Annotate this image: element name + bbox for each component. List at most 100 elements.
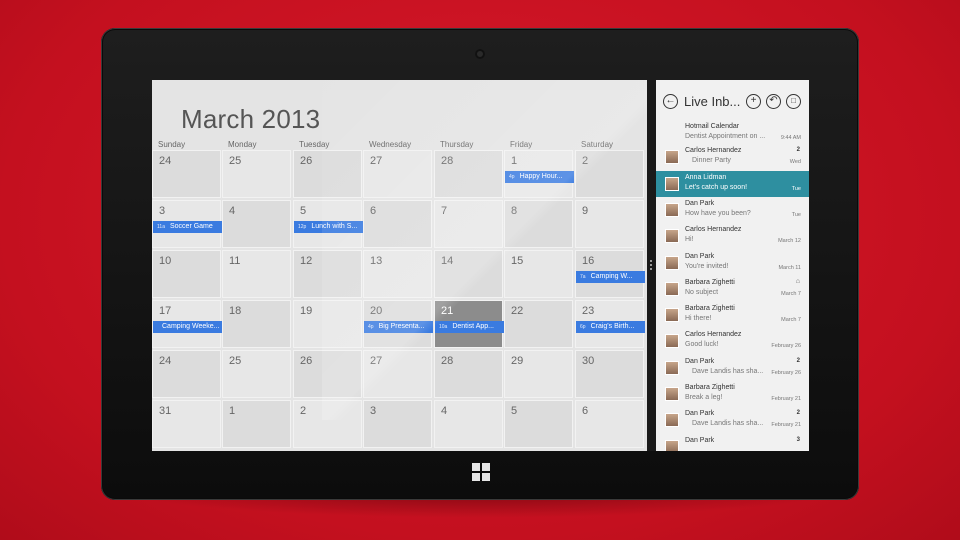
- day-of-week-label: Tuesday: [299, 140, 330, 149]
- calendar-day-cell[interactable]: 11: [222, 250, 291, 298]
- calendar-day-cell[interactable]: 2: [293, 400, 362, 448]
- calendar-event[interactable]: 4p Big Presenta...: [364, 321, 433, 333]
- calendar-day-cell[interactable]: 5 12p Lunch with S...: [293, 200, 363, 248]
- message-date: February 21: [771, 396, 801, 402]
- mail-message-item[interactable]: Dan Park 3: [656, 434, 809, 451]
- mail-message-item[interactable]: Dan Park How have you been? Tue: [656, 197, 809, 223]
- calendar-day-cell[interactable]: 28: [434, 350, 503, 398]
- calendar-day-cell[interactable]: 26: [293, 350, 362, 398]
- calendar-day-cell[interactable]: 5: [504, 400, 573, 448]
- calendar-event[interactable]: Camping Weeke...: [153, 321, 222, 333]
- mail-message-item[interactable]: Carlos Hernandez Good luck! February 26: [656, 328, 809, 354]
- calendar-day-cell[interactable]: 1 4p Happy Hour...: [504, 150, 574, 198]
- mail-message-item[interactable]: Anna Lidman Let's catch up soon! Tue: [656, 170, 809, 197]
- calendar-day-cell[interactable]: 22: [504, 300, 573, 348]
- calendar-day-cell[interactable]: 12: [293, 250, 362, 298]
- calendar-day-cell[interactable]: 4: [434, 400, 503, 448]
- calendar-day-cell[interactable]: 27: [363, 150, 432, 198]
- plus-icon[interactable]: +: [746, 94, 761, 109]
- event-title: Happy Hour...: [519, 173, 563, 180]
- calendar-event[interactable]: 7a Camping W...: [576, 271, 645, 283]
- message-sender: Dan Park: [685, 252, 715, 260]
- message-subject: Hi there!: [685, 315, 712, 323]
- calendar-day-cell[interactable]: 1: [222, 400, 291, 448]
- message-subject: No subject: [685, 288, 719, 296]
- windows-logo-icon[interactable]: [472, 463, 490, 481]
- trash-icon[interactable]: □: [786, 94, 801, 109]
- calendar-event[interactable]: 12p Lunch with S...: [294, 221, 363, 233]
- event-time: 11a: [157, 224, 165, 230]
- calendar-day-cell[interactable]: 6: [363, 200, 432, 248]
- day-number: 3: [370, 405, 377, 417]
- calendar-day-cell[interactable]: 24: [152, 150, 221, 198]
- mail-message-item[interactable]: Barbara Zighetti Hi there! March 7: [656, 302, 809, 328]
- mail-message-item[interactable]: Hotmail Calendar Dentist Appointment on .…: [656, 120, 809, 146]
- back-arrow-icon[interactable]: ←: [663, 94, 678, 109]
- message-date: Wed: [789, 159, 801, 166]
- mail-message-item[interactable]: Dan Park Dave Landis has sha... February 2…: [656, 407, 809, 433]
- calendar-day-cell[interactable]: 27: [363, 350, 432, 398]
- message-sender: Dan Park: [685, 436, 715, 444]
- message-sender: Dan Park: [685, 357, 715, 365]
- calendar-day-cell[interactable]: 31: [152, 400, 221, 448]
- calendar-day-cell[interactable]: 13: [363, 250, 432, 298]
- message-subject: Dave Landis has sha...: [692, 420, 764, 428]
- calendar-day-cell[interactable]: 8: [504, 200, 573, 248]
- mail-message-item[interactable]: Dan Park Dave Landis has sha... February 2…: [656, 355, 809, 381]
- calendar-app: March 2013 Sunday Monday Tuesday Wednesday T…: [152, 80, 647, 451]
- day-of-week-label: Thursday: [440, 140, 474, 149]
- message-subject: You're invited!: [685, 262, 729, 270]
- calendar-day-cell[interactable]: 3 11a Soccer Game: [152, 200, 222, 248]
- calendar-day-cell[interactable]: 21 10a Dentist App...: [434, 300, 504, 348]
- calendar-month-title: March 2013: [181, 104, 321, 134]
- calendar-day-cell[interactable]: 4: [222, 200, 291, 248]
- calendar-day-cell[interactable]: 30: [575, 350, 644, 398]
- thread-count-badge: 2: [796, 410, 800, 417]
- message-sender: Barbara Zighetti: [685, 384, 735, 391]
- calendar-day-cell[interactable]: 2: [575, 150, 644, 198]
- calendar-day-cell[interactable]: 7: [434, 200, 503, 248]
- splitter-grip-dot: [650, 260, 652, 262]
- calendar-day-cell[interactable]: 17 Camping Weeke...: [152, 300, 222, 348]
- event-title: Camping Weeke...: [162, 323, 220, 330]
- calendar-event[interactable]: 10a Dentist App...: [435, 321, 504, 333]
- calendar-day-cell[interactable]: 29: [504, 350, 573, 398]
- calendar-day-cell[interactable]: 3: [363, 400, 432, 448]
- day-number: 29: [511, 355, 524, 367]
- mail-message-item[interactable]: Barbara Zighetti Break a leg! February 21: [656, 381, 809, 407]
- avatar: [665, 308, 679, 323]
- calendar-day-cell[interactable]: 25: [222, 150, 291, 198]
- mail-message-item[interactable]: Carlos Hernandez Hi! March 12: [656, 223, 809, 249]
- reply-icon[interactable]: ↶: [766, 94, 781, 109]
- calendar-day-cell[interactable]: 28: [434, 150, 503, 198]
- tablet-screen: March 2013 Sunday Monday Tuesday Wednesday T…: [152, 80, 809, 451]
- message-date: March 11: [778, 264, 801, 271]
- calendar-day-cell[interactable]: 20 4p Big Presenta...: [363, 300, 433, 348]
- calendar-day-cell[interactable]: 16 7a Camping W...: [575, 250, 645, 298]
- calendar-event[interactable]: 6p Craig's Birth...: [576, 321, 645, 333]
- calendar-day-cell[interactable]: 15: [504, 250, 573, 298]
- message-date: 9:44 AM: [780, 135, 801, 141]
- snap-splitter[interactable]: [647, 80, 656, 451]
- mail-message-item[interactable]: Dan Park You're invited! March 11: [656, 250, 809, 276]
- calendar-event[interactable]: 4p Happy Hour...: [505, 171, 574, 183]
- mail-message-item[interactable]: Barbara Zighetti No subject March 7 ⌂: [656, 276, 809, 302]
- calendar-day-cell[interactable]: 19: [293, 300, 362, 348]
- calendar-day-cell[interactable]: 25: [222, 350, 291, 398]
- calendar-day-cell[interactable]: 6: [575, 400, 644, 448]
- message-subject: How have you been?: [685, 209, 751, 217]
- calendar-day-cell[interactable]: 18: [222, 300, 291, 348]
- message-sender: Dan Park: [685, 199, 715, 207]
- calendar-day-cell[interactable]: 9: [575, 200, 644, 248]
- day-number: 26: [300, 355, 313, 367]
- mail-message-item[interactable]: Carlos Hernandez Dinner Party Wed 2: [656, 144, 809, 170]
- message-date: February 26: [771, 343, 801, 350]
- calendar-day-cell[interactable]: 10: [152, 250, 221, 298]
- calendar-day-cell[interactable]: 14: [434, 250, 503, 298]
- day-number: 12: [300, 255, 313, 267]
- calendar-day-cell[interactable]: 24: [152, 350, 221, 398]
- calendar-event[interactable]: 11a Soccer Game: [153, 221, 222, 233]
- calendar-day-cell[interactable]: 23 6p Craig's Birth...: [575, 300, 645, 348]
- day-number: 24: [159, 155, 172, 167]
- calendar-day-cell[interactable]: 26: [293, 150, 362, 198]
